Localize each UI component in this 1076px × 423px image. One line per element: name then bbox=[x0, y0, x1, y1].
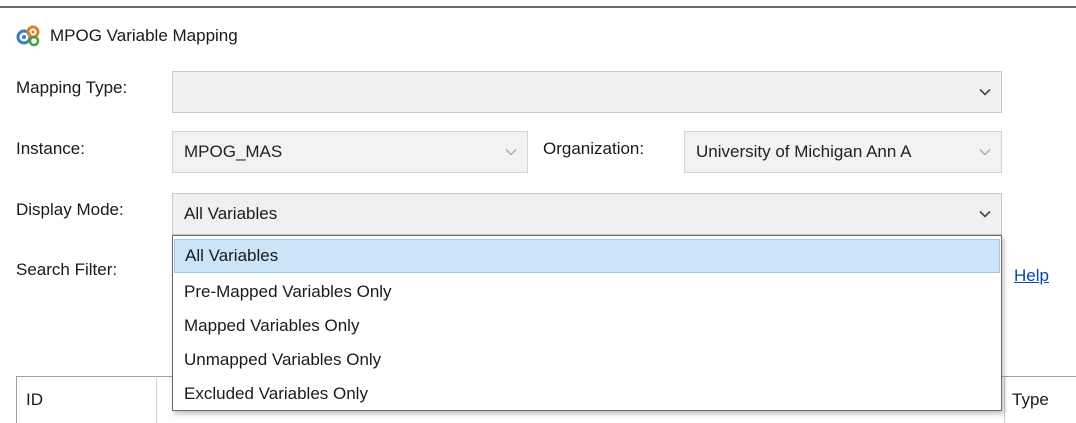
instance-select[interactable]: MPOG_MAS bbox=[172, 131, 528, 173]
display-mode-label: Display Mode: bbox=[16, 200, 124, 219]
window-title: MPOG Variable Mapping bbox=[50, 26, 238, 45]
window-top-border bbox=[0, 6, 1076, 8]
organization-label: Organization: bbox=[543, 139, 645, 158]
grid-column-divider[interactable] bbox=[156, 376, 157, 423]
chevron-down-icon bbox=[979, 210, 991, 218]
chevron-down-icon bbox=[979, 88, 991, 96]
chevron-down-icon bbox=[979, 149, 991, 156]
search-filter-label: Search Filter: bbox=[16, 260, 118, 279]
dropdown-option-pre-mapped[interactable]: Pre-Mapped Variables Only bbox=[174, 275, 1000, 309]
grid-column-id[interactable]: ID bbox=[26, 390, 43, 410]
organization-value: University of Michigan Ann A bbox=[696, 142, 912, 161]
dropdown-option-all-variables[interactable]: All Variables bbox=[174, 239, 1000, 273]
mpog-variable-mapping-icon bbox=[16, 25, 40, 47]
grid-column-type[interactable]: Type bbox=[1012, 390, 1049, 410]
mapping-type-select[interactable] bbox=[172, 71, 1002, 113]
window-title-bar: MPOG Variable Mapping bbox=[16, 22, 238, 50]
grid-column-divider[interactable] bbox=[1004, 376, 1005, 423]
display-mode-select[interactable]: All Variables bbox=[172, 193, 1002, 235]
display-mode-dropdown-list: All Variables Pre-Mapped Variables Only … bbox=[172, 235, 1002, 411]
chevron-down-icon bbox=[505, 149, 517, 156]
help-link[interactable]: Help bbox=[1014, 266, 1049, 286]
display-mode-value: All Variables bbox=[184, 204, 278, 223]
dropdown-option-mapped[interactable]: Mapped Variables Only bbox=[174, 309, 1000, 343]
dropdown-option-excluded[interactable]: Excluded Variables Only bbox=[174, 377, 1000, 411]
dropdown-option-unmapped[interactable]: Unmapped Variables Only bbox=[174, 343, 1000, 377]
instance-label: Instance: bbox=[16, 139, 85, 158]
mapping-type-label: Mapping Type: bbox=[16, 78, 128, 97]
instance-value: MPOG_MAS bbox=[184, 142, 283, 161]
organization-select[interactable]: University of Michigan Ann A bbox=[684, 131, 1002, 173]
